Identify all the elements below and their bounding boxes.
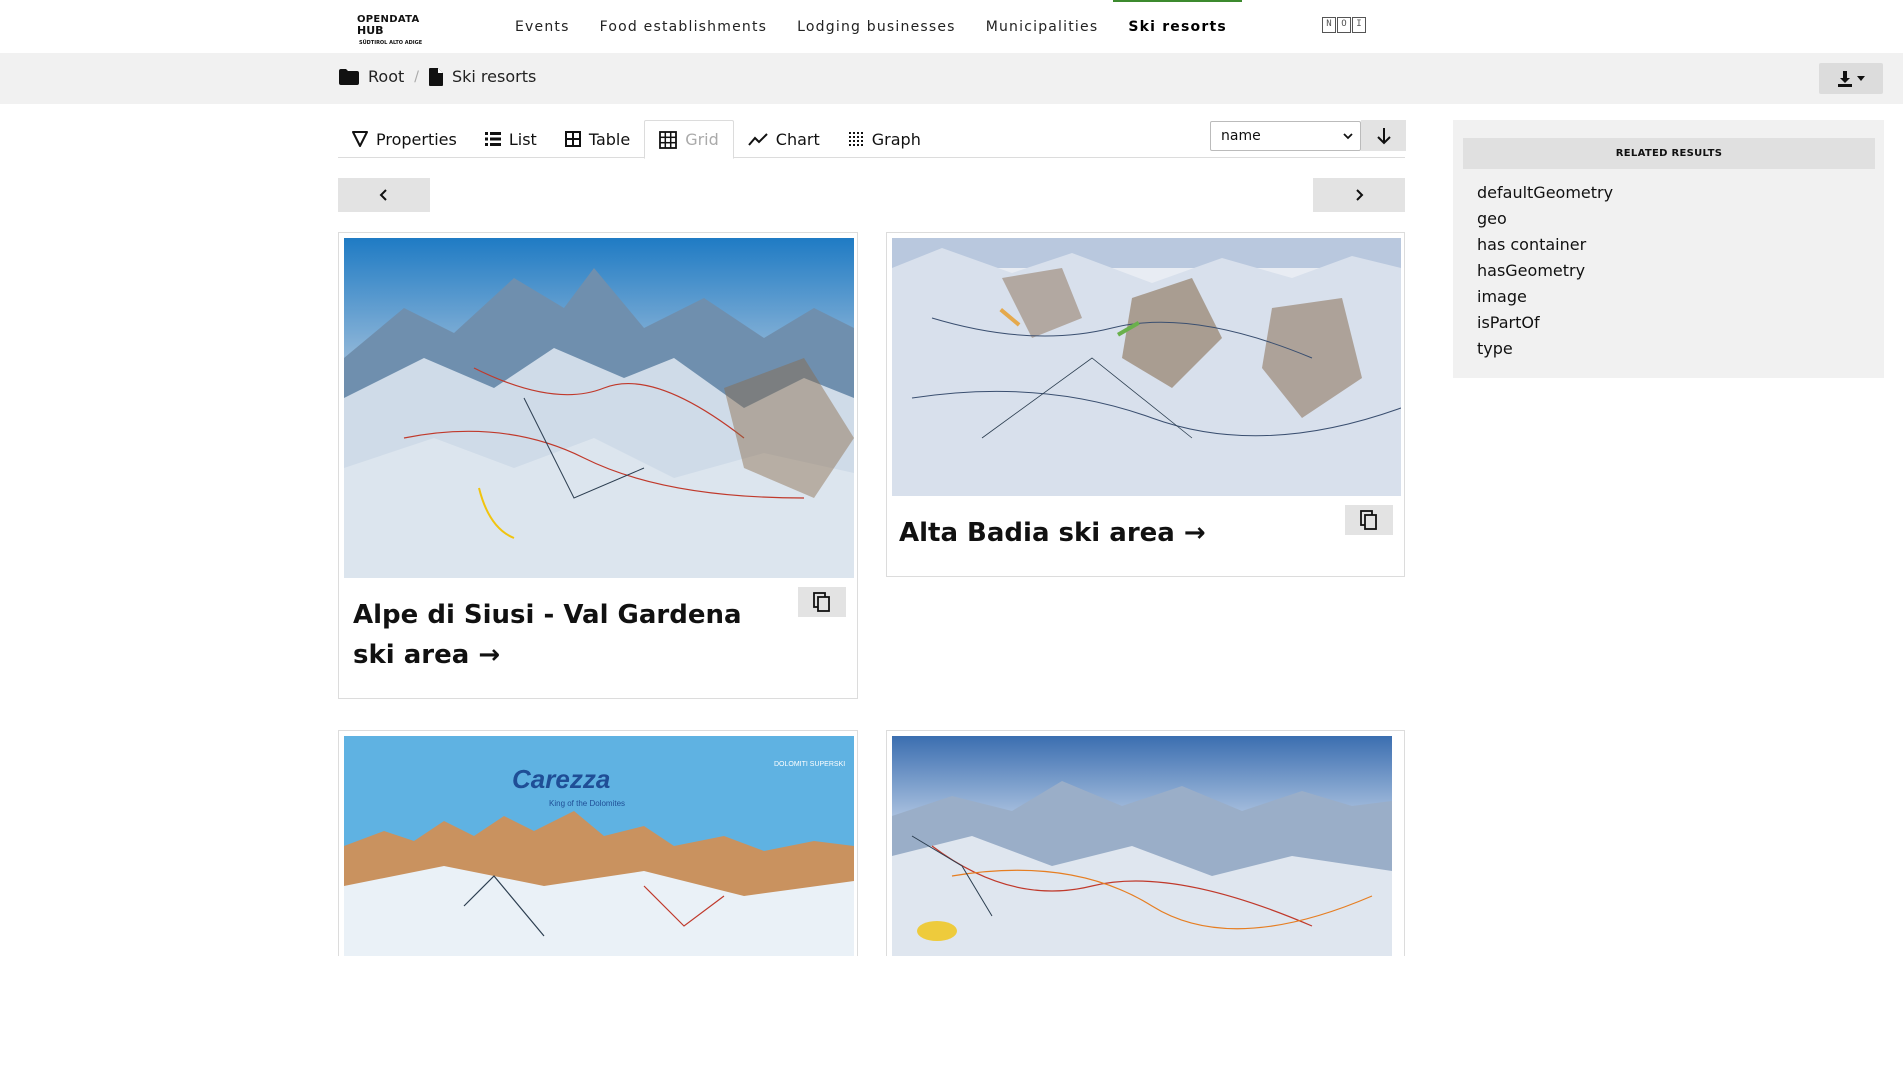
resort-card: Carezza King of the Dolomites DOLOMITI S… xyxy=(338,730,858,956)
related-item-ispartof[interactable]: isPartOf xyxy=(1477,310,1613,336)
related-item-geo[interactable]: geo xyxy=(1477,206,1613,232)
related-results-panel: RELATED RESULTS defaultGeometry geo has … xyxy=(1453,120,1884,378)
related-item-defaultgeometry[interactable]: defaultGeometry xyxy=(1477,180,1613,206)
carezza-tagline: King of the Dolomites xyxy=(549,799,625,808)
card-image[interactable]: Carezza King of the Dolomites DOLOMITI S… xyxy=(344,736,854,956)
related-results-list: defaultGeometry geo has container hasGeo… xyxy=(1477,180,1613,362)
card-image[interactable] xyxy=(892,736,1392,956)
related-item-type[interactable]: type xyxy=(1477,336,1613,362)
carezza-logo-text: Carezza xyxy=(512,764,610,794)
related-item-image[interactable]: image xyxy=(1477,284,1613,310)
related-item-has-container[interactable]: has container xyxy=(1477,232,1613,258)
resort-card xyxy=(886,730,1405,956)
dolomiti-superski-badge: DOLOMITI SUPERSKI xyxy=(774,761,845,768)
related-results-header: RELATED RESULTS xyxy=(1463,138,1875,169)
related-item-hasgeometry[interactable]: hasGeometry xyxy=(1477,258,1613,284)
